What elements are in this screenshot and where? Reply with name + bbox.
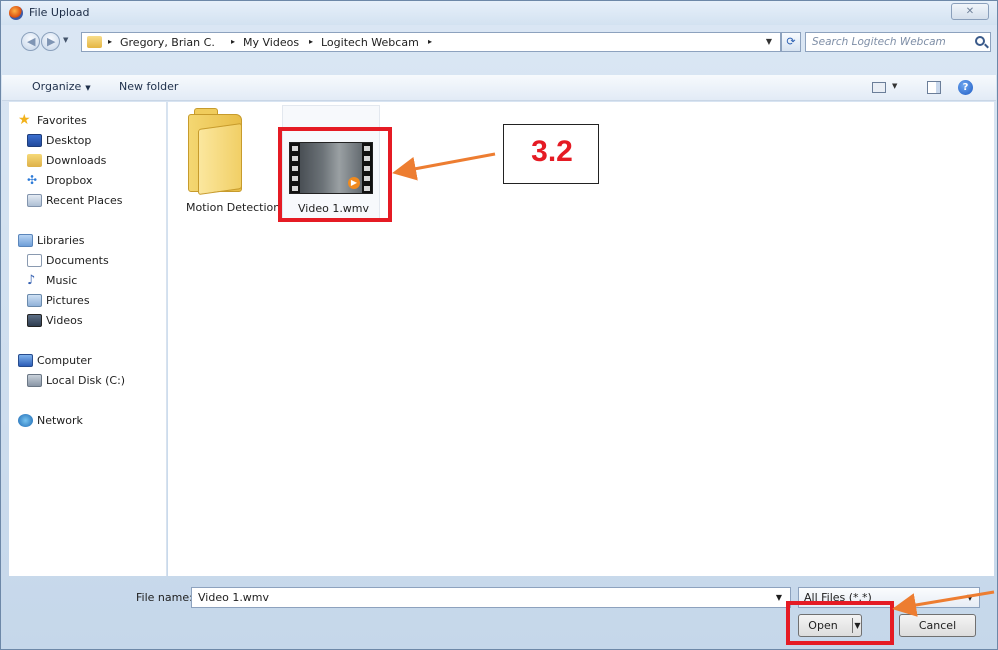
new-folder-button[interactable]: New folder: [119, 80, 178, 93]
organize-button[interactable]: Organize ▼: [32, 80, 91, 93]
preview-pane-icon[interactable]: [927, 81, 941, 94]
annotation-step-label: 3.2: [531, 135, 573, 168]
file-name-value: Video 1.wmv: [198, 591, 270, 604]
close-button[interactable]: ✕: [951, 3, 989, 20]
file-upload-dialog: File Upload ✕ ◀ ▶ ▼ ▸ Gregory, Brian C. …: [0, 0, 998, 650]
back-button[interactable]: ◀: [21, 32, 40, 51]
computer-icon: [18, 354, 33, 367]
sidebar-item-label: Computer: [37, 354, 92, 367]
file-name-input[interactable]: Video 1.wmv ▼: [191, 587, 791, 608]
forward-arrow-icon: ▶: [47, 35, 56, 48]
sidebar-item-label: Local Disk (C:): [46, 374, 126, 387]
window-title: File Upload: [29, 6, 90, 19]
organize-label: Organize: [32, 80, 82, 93]
view-chevron-down-icon[interactable]: ▼: [892, 82, 897, 90]
breadcrumb-separator-icon[interactable]: ▸: [428, 37, 432, 46]
local-disk-icon: [27, 374, 42, 387]
search-input[interactable]: Search Logitech Webcam: [805, 32, 991, 52]
firefox-icon: [9, 6, 23, 20]
navigation-pane: ★ Favorites Desktop Downloads ✣ Dropbox …: [9, 102, 167, 576]
file-type-chevron-down-icon: ▼: [966, 593, 973, 602]
star-icon: ★: [18, 112, 31, 128]
sidebar-item-label: Downloads: [46, 154, 107, 167]
search-icon: [975, 36, 985, 46]
address-bar[interactable]: ▸ Gregory, Brian C. ▸ My Videos ▸ Logite…: [81, 32, 781, 52]
sidebar-item-label: Recent Places: [46, 194, 123, 207]
change-view-icon[interactable]: [872, 82, 886, 93]
network-icon: [18, 414, 33, 427]
folder-icon: [87, 36, 102, 48]
file-name-chevron-down-icon[interactable]: ▼: [776, 593, 782, 602]
sidebar-item-label: Libraries: [37, 234, 85, 247]
sidebar-item-label: Pictures: [46, 294, 90, 307]
sidebar-item-label: Dropbox: [46, 174, 93, 187]
title-bar: File Upload ✕: [1, 1, 997, 25]
address-row: ◀ ▶ ▼ ▸ Gregory, Brian C. ▸ My Videos ▸ …: [1, 28, 997, 54]
breadcrumb-my-videos[interactable]: My Videos: [243, 36, 299, 49]
desktop-icon: [27, 134, 42, 147]
recent-pages-chevron-down-icon[interactable]: ▼: [63, 36, 68, 44]
sidebar-item-label: Favorites: [37, 114, 87, 127]
libraries-icon: [18, 234, 33, 247]
file-name-label: File name:: [136, 591, 193, 604]
back-arrow-icon: ◀: [27, 35, 36, 48]
sidebar-item-label: Desktop: [46, 134, 92, 147]
music-icon: ♪: [27, 273, 36, 288]
breadcrumb-separator-icon[interactable]: ▸: [231, 37, 235, 46]
annotation-highlight-open: [786, 601, 894, 645]
breadcrumb-gregory-brian[interactable]: Gregory, Brian C.: [120, 36, 215, 49]
command-toolbar: Organize ▼ New folder ▼ ?: [2, 75, 996, 101]
cancel-button[interactable]: Cancel: [899, 614, 976, 637]
file-item-motion-detection[interactable]: Motion Detection: [168, 102, 281, 222]
pictures-icon: [27, 294, 42, 307]
sidebar-item-label: Videos: [46, 314, 83, 327]
sidebar-item-label: Music: [46, 274, 78, 287]
breadcrumb-separator-icon[interactable]: ▸: [309, 37, 313, 46]
refresh-button[interactable]: ⟳: [781, 32, 801, 52]
breadcrumb-separator-icon[interactable]: ▸: [108, 37, 112, 46]
dropbox-icon: ✣: [27, 173, 38, 187]
chevron-down-icon: ▼: [85, 84, 91, 92]
annotation-highlight-video: [278, 127, 392, 222]
breadcrumb-logitech-webcam[interactable]: Logitech Webcam: [321, 36, 419, 49]
forward-button[interactable]: ▶: [41, 32, 60, 51]
annotation-step-callout: 3.2: [503, 124, 599, 184]
recent-places-icon: [27, 194, 42, 207]
documents-icon: [27, 254, 42, 267]
folder-icon: [188, 108, 242, 196]
videos-icon: [27, 314, 42, 327]
sidebar-item-label: Documents: [46, 254, 109, 267]
file-name-label: Motion Detection: [186, 201, 281, 214]
search-placeholder: Search Logitech Webcam: [812, 36, 946, 48]
downloads-icon: [27, 154, 42, 167]
help-icon[interactable]: ?: [958, 80, 973, 95]
address-chevron-down-icon[interactable]: ▼: [766, 37, 772, 46]
sidebar-item-label: Network: [37, 414, 83, 427]
